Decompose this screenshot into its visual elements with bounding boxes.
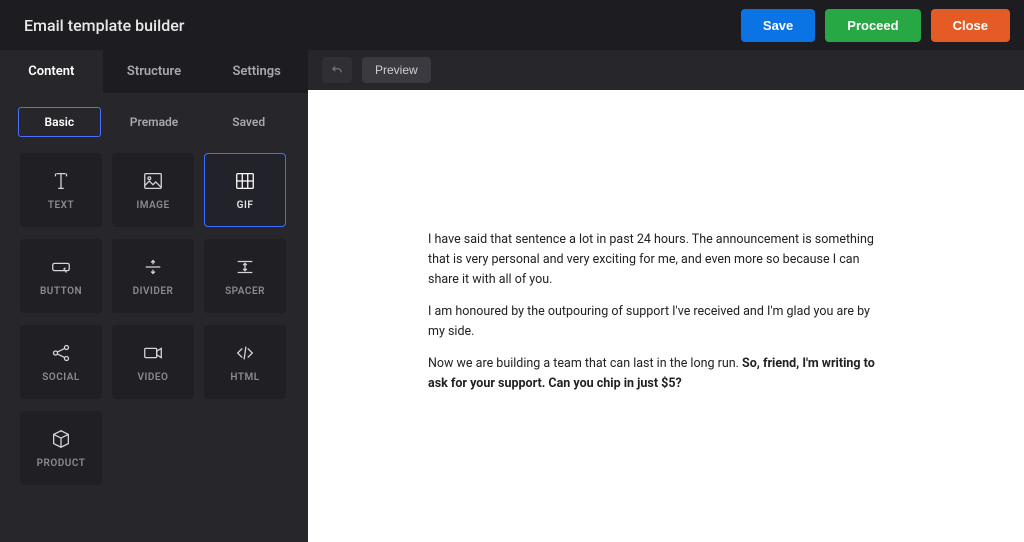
tab-content[interactable]: Content bbox=[0, 50, 103, 93]
save-button[interactable]: Save bbox=[741, 9, 815, 42]
block-label: DIVIDER bbox=[133, 286, 174, 297]
html-icon bbox=[232, 342, 258, 364]
block-label: IMAGE bbox=[136, 200, 169, 211]
social-icon bbox=[48, 342, 74, 364]
text-icon bbox=[48, 170, 74, 192]
block-label: BUTTON bbox=[40, 286, 82, 297]
close-button[interactable]: Close bbox=[931, 9, 1010, 42]
subtab-basic[interactable]: Basic bbox=[18, 107, 101, 137]
canvas-area: Preview I have said that sentence a lot … bbox=[308, 50, 1024, 542]
block-video[interactable]: VIDEO bbox=[112, 325, 194, 399]
blocks-grid: TEXT IMAGE GIF BUTTON DIVIDER SPACER bbox=[0, 153, 308, 485]
email-paragraph-1: I have said that sentence a lot in past … bbox=[428, 230, 888, 290]
email-paragraph-2: I am honoured by the outpouring of suppo… bbox=[428, 302, 888, 342]
spacer-icon bbox=[232, 256, 258, 278]
block-label: HTML bbox=[230, 372, 259, 383]
canvas[interactable]: I have said that sentence a lot in past … bbox=[308, 90, 1024, 542]
video-icon bbox=[140, 342, 166, 364]
email-paragraph-3: Now we are building a team that can last… bbox=[428, 354, 888, 394]
proceed-button[interactable]: Proceed bbox=[825, 9, 920, 42]
undo-icon bbox=[330, 63, 344, 77]
block-label: VIDEO bbox=[138, 372, 169, 383]
block-label: SPACER bbox=[225, 286, 265, 297]
workspace: Content Structure Settings Basic Premade… bbox=[0, 50, 1024, 542]
gif-icon bbox=[232, 170, 258, 192]
topbar-actions: Save Proceed Close bbox=[741, 9, 1010, 42]
block-gif[interactable]: GIF bbox=[204, 153, 286, 227]
block-product[interactable]: PRODUCT bbox=[20, 411, 102, 485]
block-spacer[interactable]: SPACER bbox=[204, 239, 286, 313]
email-p3-plain: Now we are building a team that can last… bbox=[428, 356, 742, 371]
block-image[interactable]: IMAGE bbox=[112, 153, 194, 227]
subtab-premade[interactable]: Premade bbox=[113, 107, 196, 137]
tab-structure[interactable]: Structure bbox=[103, 50, 206, 93]
block-divider[interactable]: DIVIDER bbox=[112, 239, 194, 313]
block-label: TEXT bbox=[48, 200, 74, 211]
product-icon bbox=[48, 428, 74, 450]
canvas-toolbar: Preview bbox=[308, 50, 1024, 90]
subtab-saved[interactable]: Saved bbox=[207, 107, 290, 137]
button-icon bbox=[48, 256, 74, 278]
block-label: GIF bbox=[237, 200, 254, 211]
preview-button[interactable]: Preview bbox=[362, 57, 431, 83]
image-icon bbox=[140, 170, 166, 192]
tab-settings[interactable]: Settings bbox=[205, 50, 308, 93]
undo-button[interactable] bbox=[322, 57, 352, 83]
block-html[interactable]: HTML bbox=[204, 325, 286, 399]
block-label: SOCIAL bbox=[42, 372, 80, 383]
email-body[interactable]: I have said that sentence a lot in past … bbox=[428, 230, 888, 394]
topbar: Email template builder Save Proceed Clos… bbox=[0, 0, 1024, 50]
main-tabs: Content Structure Settings bbox=[0, 50, 308, 93]
block-button[interactable]: BUTTON bbox=[20, 239, 102, 313]
sub-tabs: Basic Premade Saved bbox=[0, 93, 308, 153]
divider-icon bbox=[140, 256, 166, 278]
sidebar: Content Structure Settings Basic Premade… bbox=[0, 50, 308, 542]
block-label: PRODUCT bbox=[37, 458, 86, 469]
block-social[interactable]: SOCIAL bbox=[20, 325, 102, 399]
block-text[interactable]: TEXT bbox=[20, 153, 102, 227]
app-title: Email template builder bbox=[24, 16, 184, 35]
